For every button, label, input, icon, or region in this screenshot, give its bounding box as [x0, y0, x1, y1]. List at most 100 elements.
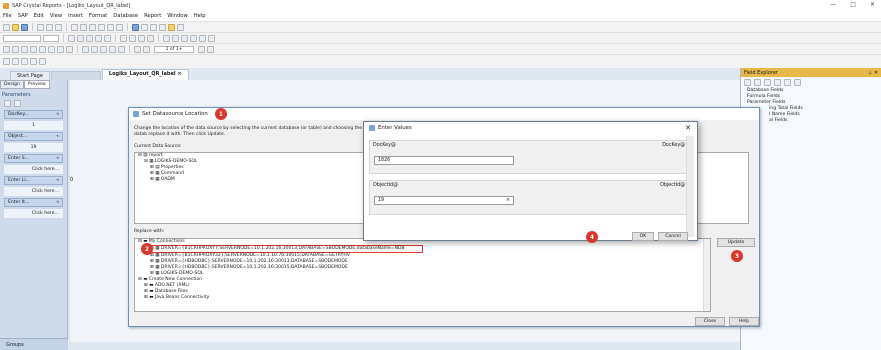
tree-item[interactable]: ⊞ ▬ Java Beans Connectivity: [135, 295, 710, 301]
insert-group-icon[interactable]: [12, 45, 19, 53]
first-page-icon[interactable]: [134, 45, 141, 53]
tab-preview[interactable]: Preview: [23, 80, 50, 89]
reset-icon[interactable]: [4, 100, 11, 107]
filter-icon[interactable]: [91, 45, 98, 53]
close-window-button[interactable]: ✕: [870, 1, 875, 8]
dependency-icon[interactable]: [159, 23, 166, 31]
last-page-icon[interactable]: [207, 45, 214, 53]
edit-field-icon[interactable]: [774, 79, 781, 86]
apply-icon[interactable]: [14, 100, 21, 107]
underline-icon[interactable]: [104, 34, 111, 42]
toolbox-icon[interactable]: [168, 23, 175, 31]
shrink-font-icon[interactable]: [77, 34, 84, 42]
menu-window[interactable]: Window: [167, 13, 187, 19]
menu-insert[interactable]: Insert: [68, 13, 83, 19]
help-button[interactable]: Help: [729, 317, 759, 326]
insert-subreport-icon[interactable]: [39, 45, 46, 53]
sort-icon[interactable]: [82, 45, 89, 53]
param-value[interactable]: 19: [4, 143, 63, 152]
print-icon[interactable]: [37, 23, 44, 31]
menu-report[interactable]: Report: [144, 13, 161, 19]
collapse-icon[interactable]: «: [56, 200, 59, 205]
paste-icon[interactable]: [89, 23, 96, 31]
tree-scrollbar[interactable]: [703, 239, 710, 311]
menu-sap[interactable]: SAP: [18, 13, 28, 19]
cut-icon[interactable]: [71, 23, 78, 31]
border-icon[interactable]: [172, 34, 179, 42]
italic-icon[interactable]: [95, 34, 102, 42]
param-enter-li[interactable]: Enter Li... «: [4, 176, 63, 185]
cancel-button[interactable]: Cancel: [658, 232, 688, 241]
close-tab-icon[interactable]: ×: [177, 71, 181, 77]
insert-text-icon[interactable]: [3, 45, 10, 53]
copy-icon[interactable]: [80, 23, 87, 31]
delete-icon[interactable]: [794, 79, 801, 86]
stop-icon[interactable]: [30, 58, 37, 65]
grow-font-icon[interactable]: [68, 34, 75, 42]
font-size-dropdown[interactable]: [43, 34, 59, 42]
align-right-icon[interactable]: [138, 34, 145, 42]
align-center-icon[interactable]: [129, 34, 136, 42]
new-field-icon[interactable]: [764, 79, 771, 86]
param-value[interactable]: Click here...: [4, 209, 63, 218]
replace-with-tree[interactable]: ⊟ ▬ My Connections ⊟ ▦ DRIVER={B1CRHPROX…: [134, 238, 711, 312]
menu-format[interactable]: Format: [89, 13, 107, 19]
collapse-icon[interactable]: «: [56, 134, 59, 139]
minimize-button[interactable]: —: [830, 1, 836, 8]
groups-tab[interactable]: Groups: [0, 338, 68, 350]
clear-icon[interactable]: ×: [506, 198, 510, 203]
param-dockey[interactable]: DocKey... «: [4, 110, 63, 119]
tab-blurred[interactable]: [50, 71, 101, 80]
new-icon[interactable]: [3, 23, 10, 31]
param-value[interactable]: 1: [4, 121, 63, 130]
insert-summary-icon[interactable]: [21, 45, 28, 53]
export-icon[interactable]: [46, 23, 53, 31]
save-icon[interactable]: [21, 23, 28, 31]
tab-design[interactable]: Design: [0, 80, 24, 89]
repository-icon[interactable]: [150, 23, 157, 31]
bold-icon[interactable]: [86, 34, 93, 42]
menu-help[interactable]: Help: [194, 13, 206, 19]
param-object[interactable]: Object... «: [4, 132, 63, 141]
collapse-icon[interactable]: «: [56, 156, 59, 161]
insert-field-icon[interactable]: [744, 79, 751, 86]
tab-start-page[interactable]: Start Page: [10, 71, 50, 80]
undo-icon[interactable]: [107, 23, 114, 31]
justify-icon[interactable]: [147, 34, 154, 42]
section-expert-icon[interactable]: [100, 45, 107, 53]
formula-icon[interactable]: [109, 45, 116, 53]
special-fields-item[interactable]: al Fields: [741, 118, 881, 124]
menu-database[interactable]: Database: [113, 13, 138, 19]
back-icon[interactable]: [12, 58, 19, 65]
forward-icon[interactable]: [21, 58, 28, 65]
collapse-icon[interactable]: «: [56, 178, 59, 183]
close-button[interactable]: Close: [695, 317, 725, 326]
refresh-icon[interactable]: [55, 23, 62, 31]
tab-logiks-layout[interactable]: Logiks_Layout_QR_label ×: [101, 69, 189, 80]
dockey-input[interactable]: 1826: [374, 156, 514, 165]
menu-file[interactable]: File: [3, 13, 12, 19]
decimal-icon[interactable]: [208, 34, 215, 42]
binoculars-icon[interactable]: [177, 23, 184, 31]
param-value[interactable]: Click here...: [4, 165, 63, 174]
page-indicator[interactable]: 1 of 1+: [154, 45, 194, 53]
param-value[interactable]: Click here...: [4, 187, 63, 196]
close-icon[interactable]: ✕: [685, 124, 691, 132]
field-explorer-icon[interactable]: [132, 23, 139, 31]
collapse-icon[interactable]: «: [56, 112, 59, 117]
prev-page-icon[interactable]: [143, 45, 150, 53]
font-dropdown[interactable]: [3, 34, 41, 42]
font-color-icon[interactable]: [163, 34, 170, 42]
enter-values-scrollbar[interactable]: [686, 136, 694, 237]
insert-box-icon[interactable]: [57, 45, 64, 53]
browse-icon[interactable]: [754, 79, 761, 86]
param-enter-s[interactable]: Enter S... «: [4, 154, 63, 163]
refresh-preview-icon[interactable]: [39, 58, 46, 65]
maximize-button[interactable]: □: [850, 1, 856, 8]
format-painter-icon[interactable]: [98, 23, 105, 31]
home-icon[interactable]: [3, 58, 10, 65]
rename-icon[interactable]: [784, 79, 791, 86]
currency-icon[interactable]: [181, 34, 188, 42]
objectid-input[interactable]: 19 ×: [374, 196, 514, 205]
menu-view[interactable]: View: [50, 13, 62, 19]
